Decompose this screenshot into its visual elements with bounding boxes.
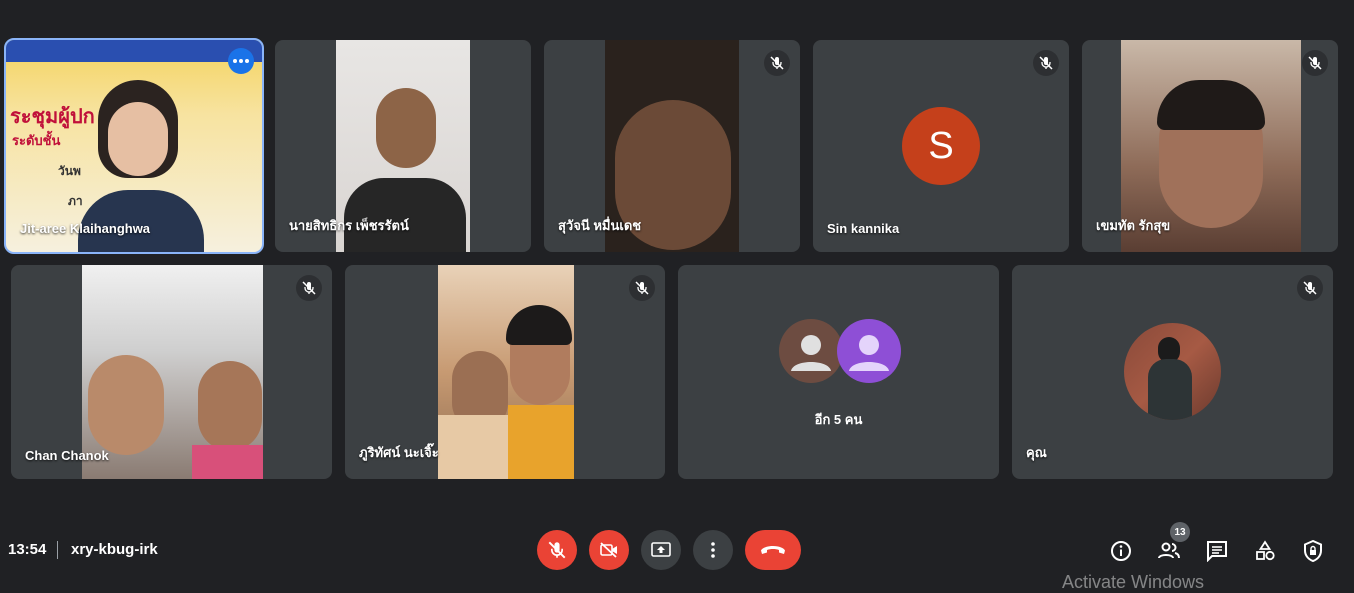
more-participants-label: อีก 5 คน: [814, 412, 863, 427]
participant-name: คุณ: [1026, 445, 1047, 460]
present-icon: [651, 542, 671, 557]
mic-off-icon: [1297, 275, 1323, 301]
person-face: [198, 361, 262, 451]
participant-name: เขมทัต รักสุข: [1096, 218, 1171, 233]
avatar: [779, 319, 843, 383]
participant-video: [82, 265, 263, 479]
present-screen-button[interactable]: [641, 530, 681, 570]
participant-tile-jit-aree[interactable]: ระชุมผู้ปก ละนักเรีย ระดับชั้น ปีที่ 2/2…: [4, 38, 264, 254]
activities-button[interactable]: [1252, 538, 1278, 564]
avatar: S: [902, 107, 980, 185]
participant-name: ภูริทัศน์ นะเจิ๊ะ: [359, 445, 439, 460]
chat-icon: [1207, 541, 1227, 562]
more-vert-icon: [711, 542, 715, 558]
mic-off-icon: [629, 275, 655, 301]
divider: [57, 541, 58, 559]
mic-off-icon: [1302, 50, 1328, 76]
participant-tile-purithat[interactable]: ภูริทัศน์ นะเจิ๊ะ: [345, 265, 665, 479]
hang-up-icon: [761, 546, 785, 554]
participant-name: นายสิทธิกร เพ็ชรรัตน์: [289, 218, 409, 233]
person-body: [438, 415, 508, 479]
slide-banner: [6, 40, 262, 62]
participant-name: Jit-aree Klaihanghwa: [20, 221, 151, 236]
info-icon: [1111, 541, 1131, 561]
avatar: [1124, 323, 1221, 420]
person-body: [192, 445, 263, 479]
participant-tile-self[interactable]: คุณ: [1012, 265, 1333, 479]
meeting-code[interactable]: xry-kbug-irk: [71, 541, 158, 558]
person-hair: [1157, 80, 1265, 130]
mic-off-icon: [548, 541, 566, 559]
leave-call-button[interactable]: [745, 530, 801, 570]
mic-off-icon: [1033, 50, 1059, 76]
shield-lock-icon: [1304, 540, 1322, 562]
participant-video: [438, 265, 574, 479]
more-options-button[interactable]: [693, 530, 733, 570]
person-face: [108, 102, 168, 176]
meeting-details-button[interactable]: [1108, 538, 1134, 564]
mic-toggle-button[interactable]: [537, 530, 577, 570]
participant-tile-sin-kannika[interactable]: S Sin kannika: [813, 40, 1069, 252]
participant-name: Sin kannika: [827, 221, 900, 236]
people-icon: [1158, 542, 1180, 559]
more-options-icon[interactable]: [228, 48, 254, 74]
participant-name: Chan Chanok: [25, 448, 109, 463]
meeting-time: 13:54: [8, 541, 47, 558]
participant-tile-suwatjanee[interactable]: สุวัจนี หมื่นเดช: [544, 40, 800, 252]
participant-tile-chan-chanok[interactable]: Chan Chanok: [11, 265, 332, 479]
mic-off-icon: [764, 50, 790, 76]
person-hair: [506, 305, 572, 345]
person-face: [376, 88, 436, 168]
chat-button[interactable]: [1204, 538, 1230, 564]
host-controls-button[interactable]: [1300, 538, 1326, 564]
participant-name: สุวัจนี หมื่นเดช: [558, 218, 642, 233]
avatar: [837, 319, 901, 383]
participant-tile-others[interactable]: อีก 5 คน: [678, 265, 999, 479]
participant-tile-khemathat[interactable]: เขมทัต รักสุข: [1082, 40, 1338, 252]
shapes-icon: [1256, 540, 1275, 561]
mic-off-icon: [296, 275, 322, 301]
person-body: [508, 405, 574, 479]
camera-off-icon: [600, 542, 617, 558]
participant-tile-sittikorn[interactable]: นายสิทธิกร เพ็ชรรัตน์: [275, 40, 531, 252]
person-face: [88, 355, 164, 455]
participant-count-badge: 13: [1170, 522, 1190, 542]
camera-toggle-button[interactable]: [589, 530, 629, 570]
